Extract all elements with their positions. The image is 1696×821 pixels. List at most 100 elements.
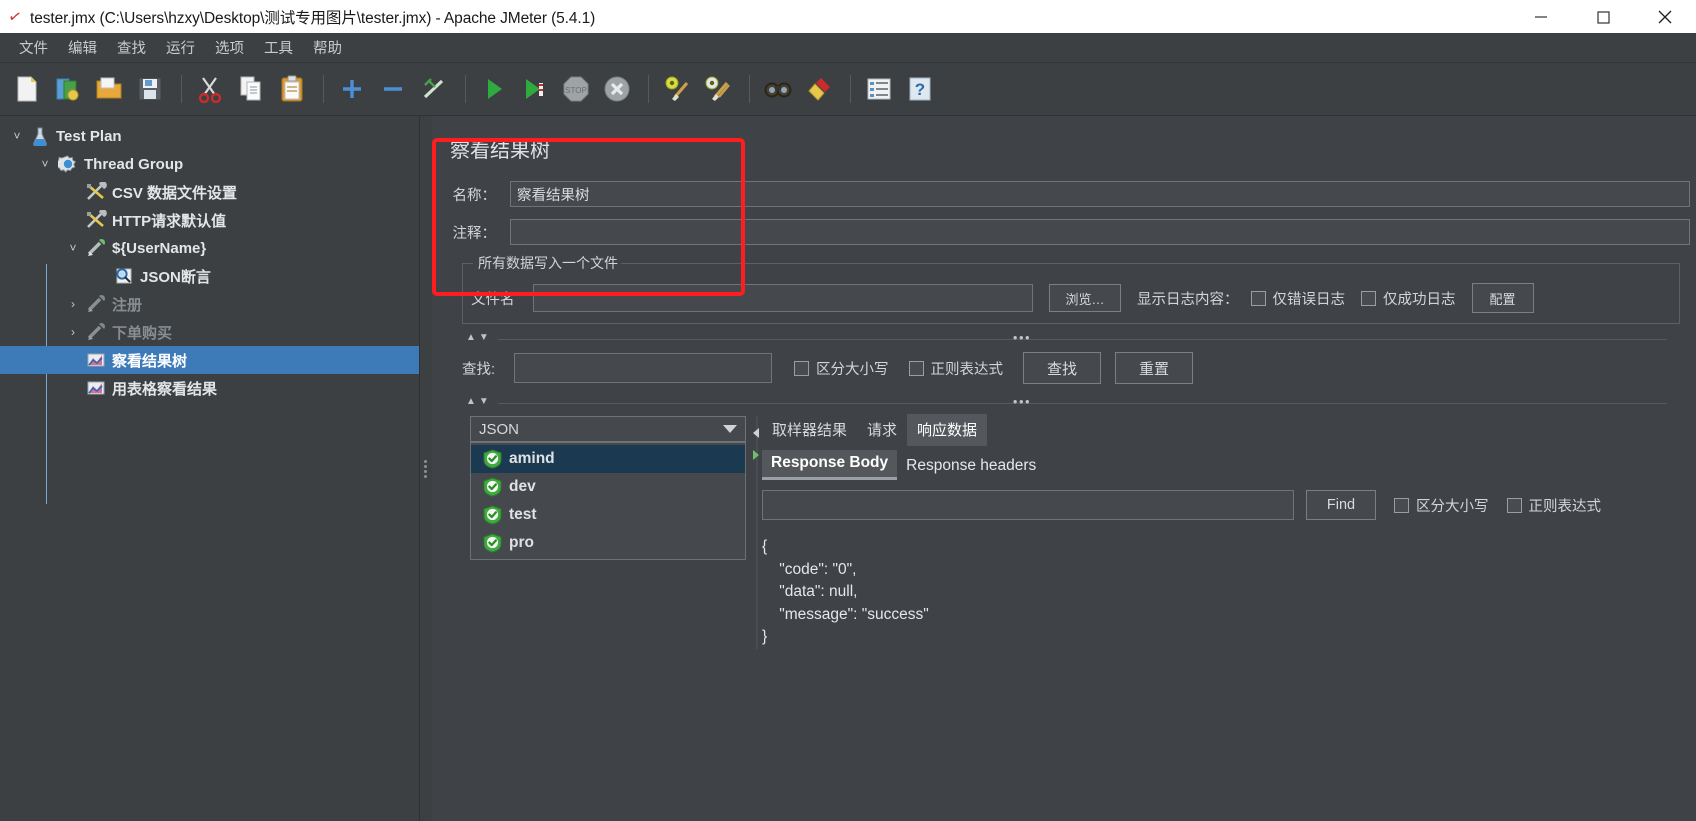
tree-node-label: 用表格察看结果 [112, 380, 218, 398]
window-controls [1510, 0, 1696, 33]
tree-node-label: 注册 [112, 296, 143, 314]
search-input[interactable] [514, 353, 772, 383]
tab-request[interactable]: 请求 [857, 414, 907, 446]
sampler-icon [84, 237, 108, 259]
chevron-down-icon[interactable] [723, 425, 737, 433]
subtab-response-headers[interactable]: Response headers [897, 453, 1045, 480]
toolbar-separator [181, 75, 182, 103]
chevron-down-icon[interactable]: ˅ [6, 129, 28, 143]
tab-response-data[interactable]: 响应数据 [907, 414, 988, 446]
shutdown-icon[interactable] [598, 70, 636, 108]
save-icon[interactable] [131, 70, 169, 108]
chevron-down-icon[interactable]: ˅ [34, 157, 56, 171]
page-title: 察看结果树 [450, 140, 550, 162]
search-find-button[interactable]: 查找 [1023, 352, 1101, 384]
collapse-arrows-icon[interactable]: ▲▼ [466, 332, 492, 343]
dropdown-item-pro[interactable]: pro [471, 529, 745, 557]
expand-icon[interactable] [333, 70, 371, 108]
dropdown-item-dev[interactable]: dev [471, 473, 745, 501]
search-case-sensitive-checkbox[interactable] [794, 360, 809, 376]
tree-node-place-order[interactable]: › 下单购买 [0, 318, 419, 346]
collapse-arrows-icon[interactable]: ▲▼ [466, 396, 492, 407]
main-split: ˅ Test Plan ˅ Thread Group CSV 数据文件设置 HT… [0, 116, 1696, 821]
listener-icon [84, 349, 108, 371]
comment-input[interactable] [510, 219, 1690, 245]
results-inner-splitter[interactable] [752, 416, 762, 649]
close-icon[interactable] [1634, 0, 1696, 33]
search-regex-checkbox[interactable] [908, 360, 924, 376]
function-helper-icon[interactable] [860, 70, 898, 108]
menu-run[interactable]: 运行 [157, 34, 204, 61]
dropdown-item-label: amind [509, 450, 555, 467]
browse-button[interactable]: 浏览… [1049, 284, 1121, 312]
chevron-down-icon[interactable]: ˅ [62, 241, 84, 255]
success-only-checkbox[interactable] [1361, 290, 1376, 306]
search-reset-button[interactable]: 重置 [1115, 352, 1193, 384]
tree-node-username-sampler[interactable]: ˅ ${UserName} [0, 234, 419, 262]
collapse-divider-upper[interactable]: ▲▼ ••• [462, 331, 1667, 346]
menu-tools[interactable]: 工具 [255, 34, 302, 61]
stop-icon[interactable]: STOP [557, 70, 595, 108]
tree-node-view-results-table[interactable]: 用表格察看结果 [0, 374, 419, 402]
tree-node-register[interactable]: › 注册 [0, 290, 419, 318]
tree-node-json-assertion[interactable]: JSON断言 [0, 262, 419, 290]
search-icon[interactable] [759, 70, 797, 108]
configure-button[interactable]: 配置 [1471, 283, 1534, 313]
tree-node-label: JSON断言 [140, 268, 211, 286]
templates-icon[interactable] [49, 70, 87, 108]
comment-row: 注释： [448, 219, 1696, 245]
cut-icon[interactable] [191, 70, 229, 108]
name-input[interactable]: 察看结果树 [510, 181, 1690, 207]
search-reset-icon[interactable] [800, 70, 838, 108]
splitter-collapse-left-icon[interactable] [753, 428, 759, 438]
response-find-button[interactable]: Find [1306, 490, 1376, 520]
new-icon[interactable] [8, 70, 46, 108]
response-find-input[interactable] [762, 490, 1294, 520]
open-icon[interactable] [90, 70, 128, 108]
menu-search[interactable]: 查找 [108, 34, 155, 61]
tree-node-thread-group[interactable]: ˅ Thread Group [0, 150, 419, 178]
paste-icon[interactable] [273, 70, 311, 108]
tree-node-csv-data-set[interactable]: CSV 数据文件设置 [0, 178, 419, 206]
start-icon[interactable] [475, 70, 513, 108]
menu-options[interactable]: 选项 [206, 34, 253, 61]
jmeter-window: ✓ tester.jmx (C:\Users\hzxy\Desktop\测试专用… [0, 0, 1696, 821]
help-icon[interactable]: ? [901, 70, 939, 108]
splitter-collapse-right-icon[interactable] [753, 450, 759, 460]
search-label: 查找: [462, 361, 496, 378]
chevron-right-icon[interactable]: › [62, 297, 84, 311]
collapse-divider-lower[interactable]: ▲▼ ••• [462, 395, 1667, 410]
response-case-sensitive-checkbox[interactable] [1394, 497, 1409, 513]
divider-dots-icon[interactable]: ••• [1013, 395, 1031, 408]
dropdown-item-test[interactable]: test [471, 501, 745, 529]
dropdown-item-amind[interactable]: amind [471, 445, 745, 473]
filename-input[interactable] [533, 284, 1033, 312]
clear-all-icon[interactable] [699, 70, 737, 108]
start-no-pauses-icon[interactable] [516, 70, 554, 108]
collapse-icon[interactable] [374, 70, 412, 108]
response-regex-checkbox[interactable] [1506, 497, 1522, 513]
pane-splitter[interactable] [420, 116, 432, 821]
menu-edit[interactable]: 编辑 [59, 34, 106, 61]
log-content-label: 显示日志内容： [1137, 291, 1239, 308]
tree-node-http-defaults[interactable]: HTTP请求默认值 [0, 206, 419, 234]
chevron-right-icon[interactable]: › [62, 325, 84, 339]
copy-icon[interactable] [232, 70, 270, 108]
renderer-dropdown-list[interactable]: amind dev test pro [470, 442, 746, 560]
minimize-icon[interactable] [1510, 0, 1572, 33]
menu-help[interactable]: 帮助 [304, 34, 351, 61]
subtab-response-body[interactable]: Response Body [762, 450, 898, 480]
tab-sampler-result[interactable]: 取样器结果 [762, 414, 857, 446]
renderer-combo[interactable]: JSON [470, 416, 746, 442]
results-lower-split: JSON amind dev test pro 取样器结果 请求 响应数据 Re… [462, 414, 1696, 649]
tree-node-view-results-tree[interactable]: 察看结果树 [0, 346, 419, 374]
menu-file[interactable]: 文件 [10, 34, 57, 61]
test-plan-tree-panel: ˅ Test Plan ˅ Thread Group CSV 数据文件设置 HT… [0, 116, 420, 821]
toggle-icon[interactable] [415, 70, 453, 108]
maximize-icon[interactable] [1572, 0, 1634, 33]
errors-only-checkbox[interactable] [1250, 290, 1266, 306]
divider-dots-icon[interactable]: ••• [1013, 331, 1031, 344]
toolbar-separator [648, 75, 649, 103]
tree-node-test-plan[interactable]: ˅ Test Plan [0, 122, 419, 150]
clear-icon[interactable] [658, 70, 696, 108]
